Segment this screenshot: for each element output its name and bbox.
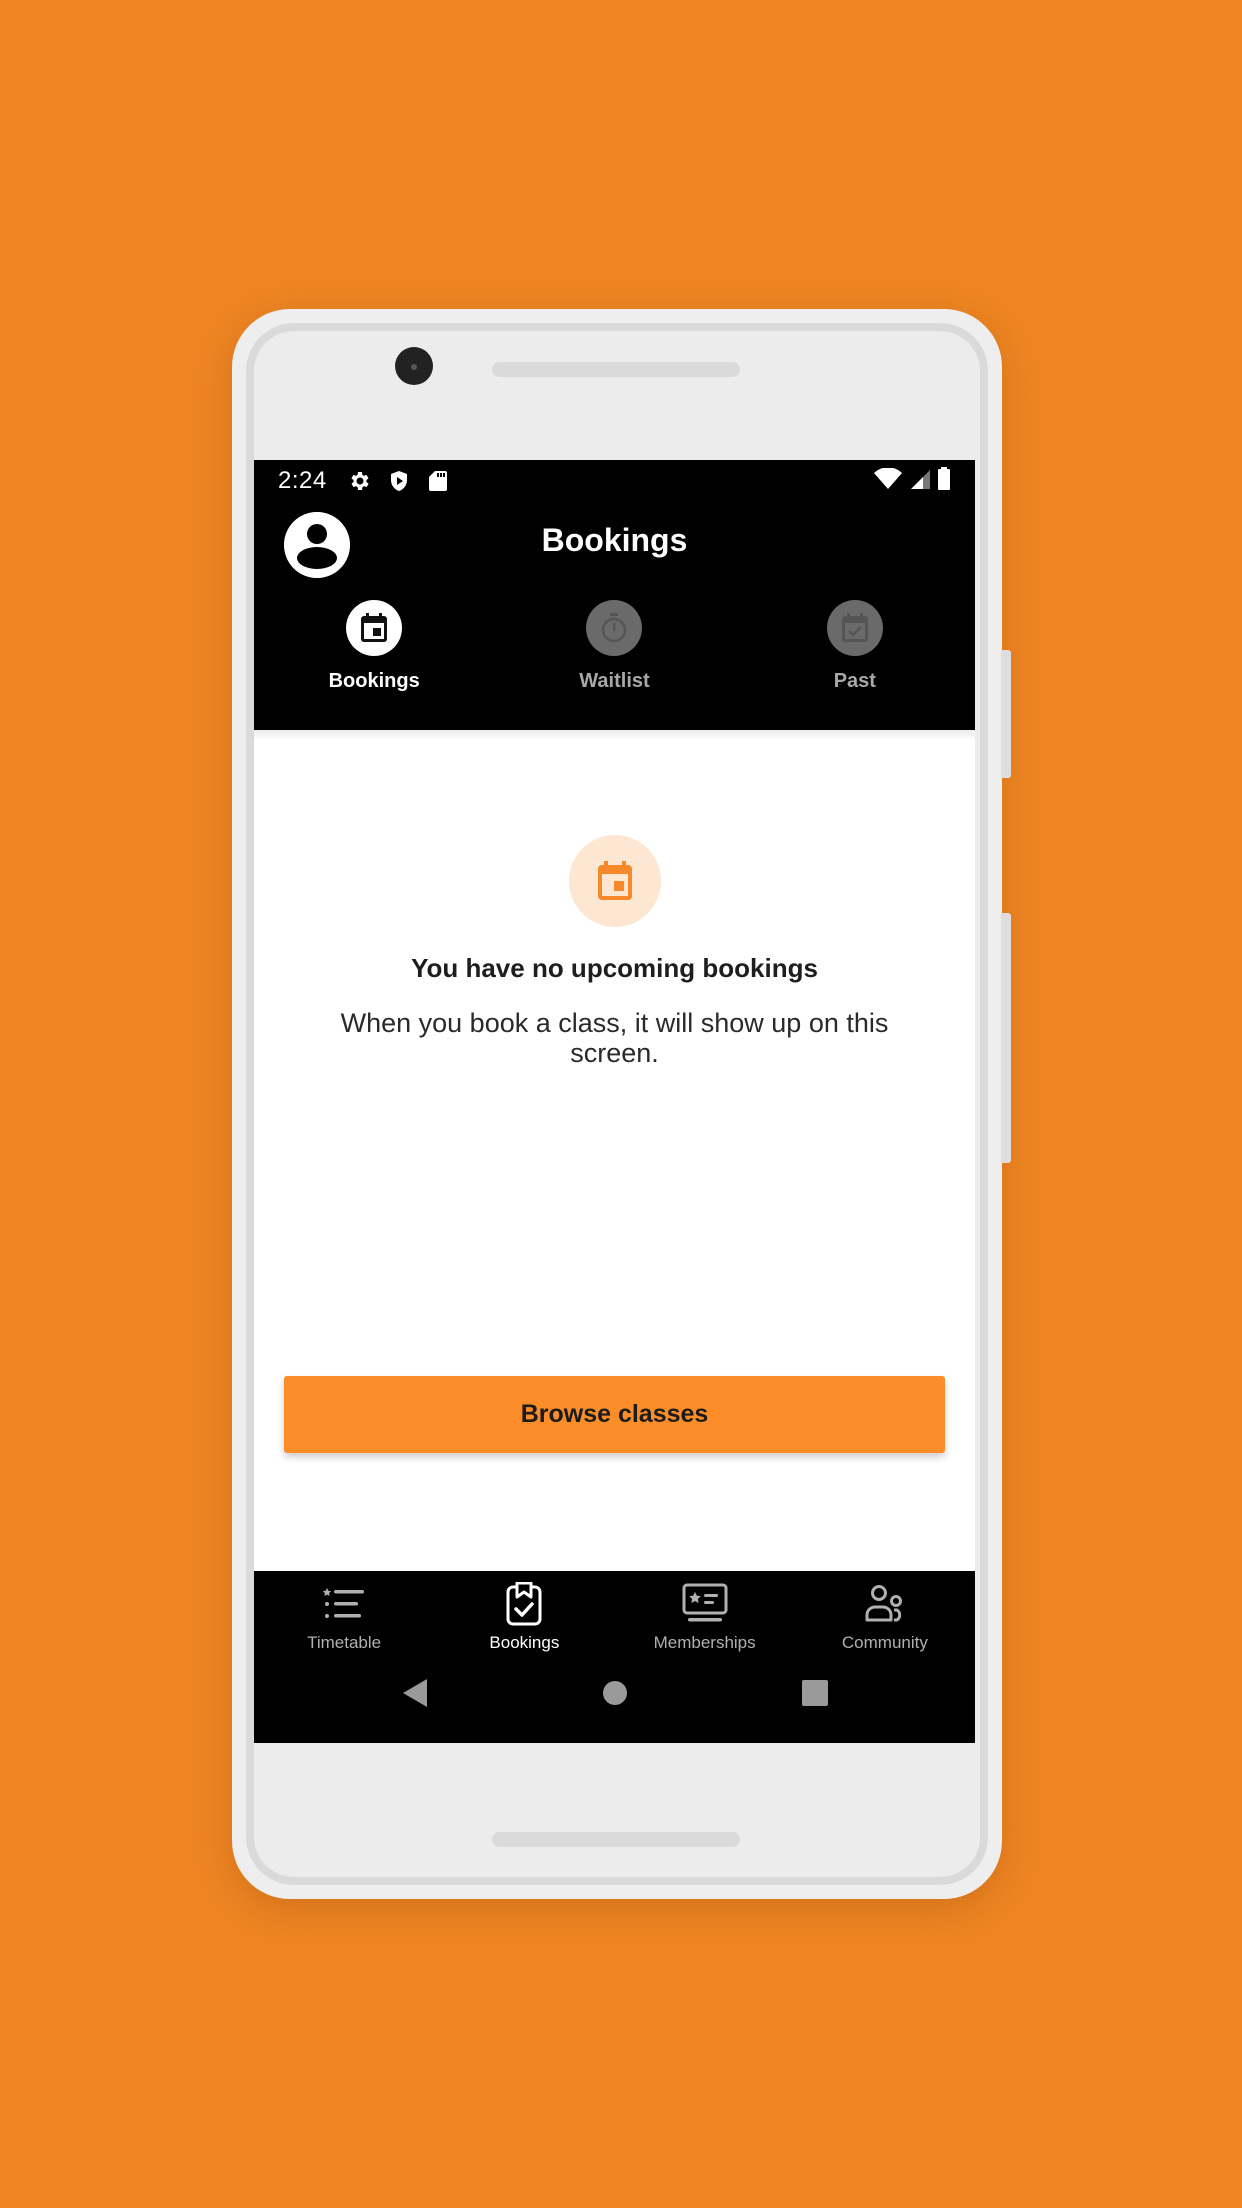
clipboard-check-icon [501, 1581, 547, 1627]
page-title: Bookings [541, 522, 688, 558]
browse-classes-button[interactable]: Browse classes [284, 1376, 945, 1453]
power-button [1001, 913, 1011, 1163]
nav-bookings[interactable]: Bookings [434, 1581, 614, 1663]
recents-icon [801, 1680, 828, 1706]
back-icon [402, 1679, 427, 1707]
tab-label: Waitlist [579, 670, 650, 692]
tab-past[interactable]: Past [735, 600, 975, 720]
membership-card-icon [682, 1581, 728, 1627]
calendar-check-icon [826, 600, 883, 656]
system-navigation-bar [254, 1663, 975, 1723]
nav-timetable[interactable]: Timetable [254, 1581, 434, 1663]
status-bar: 2:24 [254, 460, 975, 502]
stopwatch-icon [586, 600, 643, 656]
bookings-tabs: Bookings Waitlist Past [254, 600, 975, 720]
empty-state-calendar-icon [568, 835, 661, 927]
wifi-icon [873, 466, 903, 495]
back-button[interactable] [315, 1678, 515, 1708]
status-right-icons [873, 466, 951, 496]
nav-label: Bookings [489, 1633, 560, 1652]
app-header: 2:24 Bookings Bookings Waitlist Past [254, 460, 975, 730]
home-button[interactable] [515, 1680, 715, 1706]
status-time: 2:24 [278, 467, 327, 494]
earpiece-speaker [492, 362, 740, 377]
front-camera [395, 347, 433, 385]
nav-memberships[interactable]: Memberships [615, 1581, 795, 1663]
bottom-navigation: Timetable Bookings Memberships Community [254, 1571, 975, 1743]
tab-bookings[interactable]: Bookings [254, 600, 494, 720]
tab-label: Bookings [328, 670, 420, 692]
volume-button [1001, 650, 1011, 778]
play-protect-icon [386, 468, 412, 494]
people-icon [862, 1581, 908, 1627]
cell-signal-icon [909, 468, 931, 495]
empty-state-title: You have no upcoming bookings [411, 953, 818, 983]
nav-label: Community [841, 1633, 928, 1652]
sd-card-icon [425, 468, 451, 494]
nav-label: Memberships [653, 1633, 756, 1652]
battery-icon [937, 466, 951, 496]
nav-label: Timetable [307, 1633, 382, 1652]
empty-state-subtitle: When you book a class, it will show up o… [340, 1008, 889, 1068]
recents-button[interactable] [715, 1680, 915, 1706]
empty-state: You have no upcoming bookings When you b… [254, 835, 975, 1068]
header-shadow [254, 730, 975, 740]
tab-label: Past [833, 670, 876, 692]
nav-community[interactable]: Community [795, 1581, 975, 1663]
list-star-icon [321, 1581, 367, 1627]
calendar-icon [346, 600, 403, 656]
home-icon [602, 1681, 627, 1705]
tab-waitlist[interactable]: Waitlist [494, 600, 734, 720]
bottom-speaker [492, 1832, 740, 1847]
app-screen: 2:24 Bookings Bookings Waitlist Past You… [254, 460, 975, 1743]
settings-icon [347, 468, 373, 494]
